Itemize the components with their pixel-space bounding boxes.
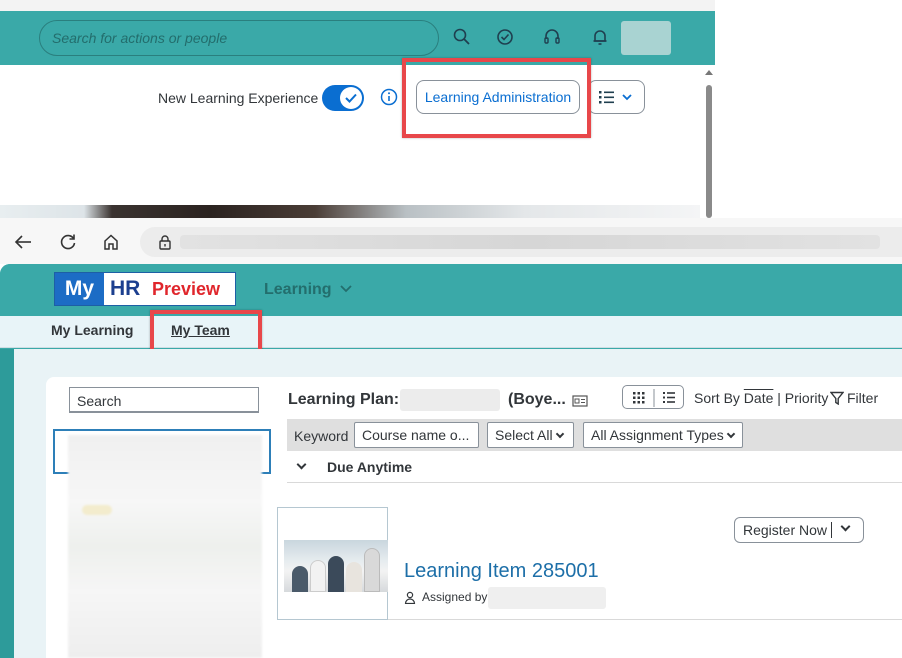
back-arrow-icon[interactable] xyxy=(13,232,33,252)
blurred-badge xyxy=(82,505,112,515)
chevron-down-icon[interactable] xyxy=(296,459,307,470)
avatar[interactable] xyxy=(621,21,671,55)
filter-icon[interactable] xyxy=(830,391,844,405)
scrollbar-thumb[interactable] xyxy=(706,85,712,218)
top-window: Search for actions or people New Learnin… xyxy=(0,0,715,218)
sort-by-label: Sort By xyxy=(694,390,740,406)
filter-button[interactable]: Filter xyxy=(847,390,878,406)
browser-toolbar xyxy=(0,218,902,264)
highlight-box xyxy=(402,58,591,138)
learning-item-title[interactable]: Learning Item 285001 xyxy=(404,560,599,583)
employee-name xyxy=(400,389,500,411)
bell-icon[interactable] xyxy=(590,27,610,47)
app-frame: My HR Preview Learning My Learning My Te… xyxy=(0,264,902,658)
new-experience-label: New Learning Experience xyxy=(158,90,319,106)
logo-hr: HR xyxy=(110,277,141,300)
sort-separator: | xyxy=(777,390,781,406)
sort-priority-option[interactable]: Priority xyxy=(785,390,829,406)
assigned-by-label: Assigned by xyxy=(422,590,488,604)
button-divider xyxy=(831,522,832,538)
list-menu-button[interactable] xyxy=(588,80,645,114)
register-now-label: Register Now xyxy=(743,522,828,538)
info-icon[interactable] xyxy=(380,88,398,106)
list-icon xyxy=(599,91,632,104)
logo-my: My xyxy=(55,273,104,305)
scroll-up-arrow-icon[interactable] xyxy=(705,70,713,75)
assigned-by-name xyxy=(488,587,606,609)
assignment-types-dropdown[interactable]: All Assignment Types xyxy=(583,422,743,448)
home-icon[interactable] xyxy=(101,232,121,252)
lock-icon[interactable] xyxy=(158,234,172,250)
sort-date-option[interactable]: Date xyxy=(744,390,774,406)
toolbar-area: New Learning Experience Learning Adminis… xyxy=(0,58,715,218)
person-icon xyxy=(404,591,416,604)
reload-icon[interactable] xyxy=(58,232,78,252)
search-input[interactable]: Search for actions or people xyxy=(39,20,439,56)
address-bar[interactable] xyxy=(140,227,902,257)
search-placeholder: Search for actions or people xyxy=(52,30,228,46)
app-header: My HR Preview Learning xyxy=(0,264,902,316)
group-label: Due Anytime xyxy=(327,459,413,475)
learning-menu-label: Learning xyxy=(264,281,332,298)
checkmark-circle-icon[interactable] xyxy=(495,27,515,47)
keyword-label: Keyword xyxy=(294,428,349,444)
url-text xyxy=(180,235,880,249)
filter-toolbar: Keyword Course name o... Select All All … xyxy=(287,419,902,451)
team-photo-image xyxy=(284,540,388,592)
chevron-down-icon xyxy=(726,429,736,439)
chevron-down-icon xyxy=(555,429,564,439)
browser-tab-strip xyxy=(0,0,715,11)
learning-plan-card: Search Learning Plan: (Boye... Sort By D… xyxy=(46,377,902,658)
grid-icon xyxy=(633,389,675,407)
keyword-placeholder: Course name o... xyxy=(362,427,470,443)
bottom-window: My HR Preview Learning My Learning My Te… xyxy=(0,218,902,658)
toggle-knob xyxy=(340,87,362,109)
learning-plan-title: Learning Plan: xyxy=(288,391,400,408)
search-field-label: Search xyxy=(77,393,122,409)
myhr-preview-logo[interactable]: My HR Preview xyxy=(54,272,236,306)
checkmark-icon xyxy=(345,93,357,103)
photo-figure xyxy=(292,566,308,592)
photo-figure xyxy=(310,560,326,592)
photo-figure xyxy=(328,556,344,592)
profile-card-icon[interactable] xyxy=(572,394,588,408)
group-header[interactable]: Due Anytime xyxy=(287,451,902,483)
team-member-list[interactable] xyxy=(68,435,262,658)
learning-item-thumbnail[interactable] xyxy=(277,507,388,620)
sort-controls: Sort By Date | Priority xyxy=(694,390,828,406)
sub-navigation: My Learning My Team xyxy=(0,316,902,348)
search-input[interactable]: Search xyxy=(69,387,259,413)
photo-figure xyxy=(364,548,380,592)
chevron-down-icon xyxy=(340,285,352,293)
logo-preview: Preview xyxy=(152,279,221,299)
select-all-label: Select All xyxy=(495,427,553,443)
search-icon[interactable] xyxy=(452,27,472,47)
photo-figure xyxy=(346,562,362,592)
left-rail xyxy=(0,349,14,658)
assignment-types-label: All Assignment Types xyxy=(591,427,724,443)
keyword-input[interactable]: Course name o... xyxy=(354,422,479,448)
register-now-button[interactable]: Register Now xyxy=(734,517,864,543)
learning-item-row: Learning Item 285001 Assigned by Registe… xyxy=(277,507,902,620)
learning-menu[interactable]: Learning xyxy=(264,281,353,299)
select-all-dropdown[interactable]: Select All xyxy=(487,422,574,448)
view-toggle[interactable] xyxy=(622,385,684,409)
shell-header: Search for actions or people xyxy=(0,11,715,65)
learning-plan-name-suffix: (Boye... xyxy=(508,391,566,408)
headset-icon[interactable] xyxy=(542,27,562,47)
tab-my-learning[interactable]: My Learning xyxy=(51,322,133,338)
banner-image xyxy=(0,205,700,218)
chevron-down-icon[interactable] xyxy=(840,521,851,532)
new-experience-toggle[interactable] xyxy=(322,85,364,111)
scrollbar[interactable] xyxy=(704,65,715,218)
